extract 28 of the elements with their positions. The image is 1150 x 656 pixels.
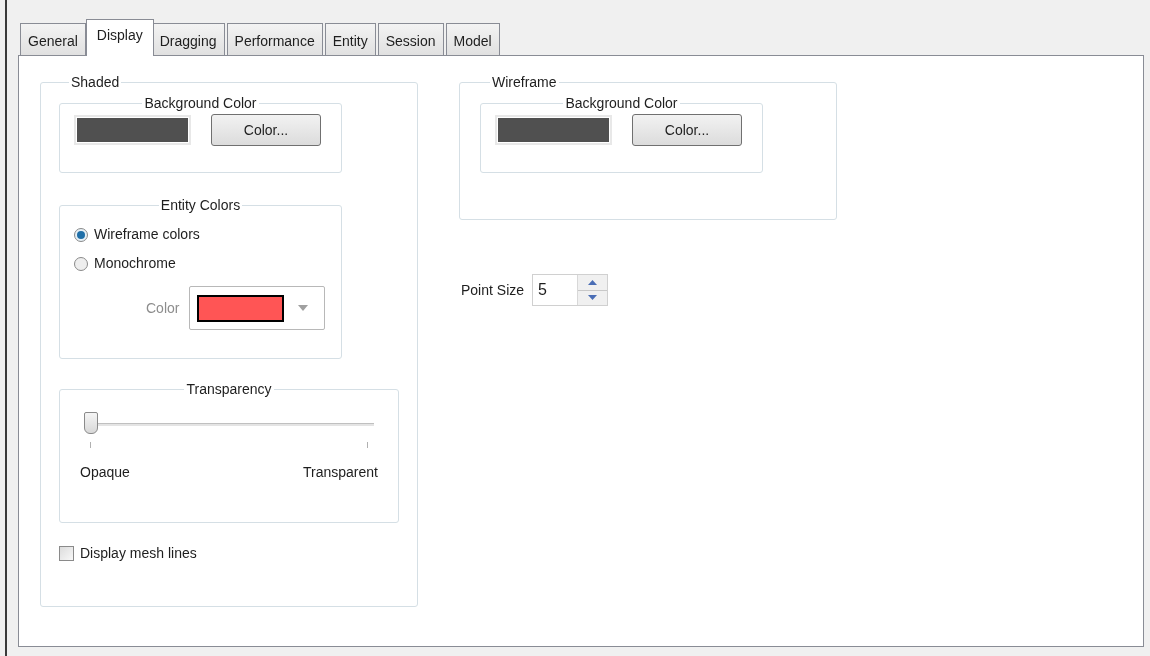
slider-min-label: Opaque — [80, 463, 130, 482]
slider[interactable] — [84, 412, 374, 436]
color-button[interactable]: Color... — [632, 114, 742, 146]
tab[interactable]: Display — [85, 19, 154, 56]
radio-label: Wireframe colors — [94, 225, 200, 244]
tab[interactable]: General — [20, 23, 86, 56]
tab[interactable]: Entity — [324, 23, 376, 56]
color-dropdown[interactable] — [189, 286, 326, 330]
group-title: Wireframe — [491, 73, 558, 92]
tab[interactable]: Model — [445, 23, 500, 56]
tab[interactable]: Performance — [226, 23, 323, 56]
group-title: Transparency — [185, 380, 273, 399]
slider-max-label: Transparent — [303, 463, 378, 482]
group-title: Entity Colors — [159, 196, 242, 215]
radio-label: Monochrome — [94, 254, 176, 273]
checkbox-label: Display mesh lines — [80, 544, 197, 563]
color-label: Color — [146, 298, 180, 318]
group-title: Background Color — [564, 94, 679, 113]
slider-thumb[interactable] — [84, 412, 98, 434]
caret-icon — [298, 305, 309, 311]
group-title: Background Color — [143, 94, 258, 113]
group-title: Shaded — [70, 73, 121, 92]
color-button[interactable]: Color... — [211, 114, 321, 146]
checkbox[interactable] — [59, 546, 74, 561]
spin-field[interactable]: 5 — [532, 274, 609, 306]
point-size-label: Point Size — [461, 280, 525, 300]
spin-up-icon[interactable] — [578, 275, 608, 291]
tab[interactable]: Session — [377, 23, 444, 56]
